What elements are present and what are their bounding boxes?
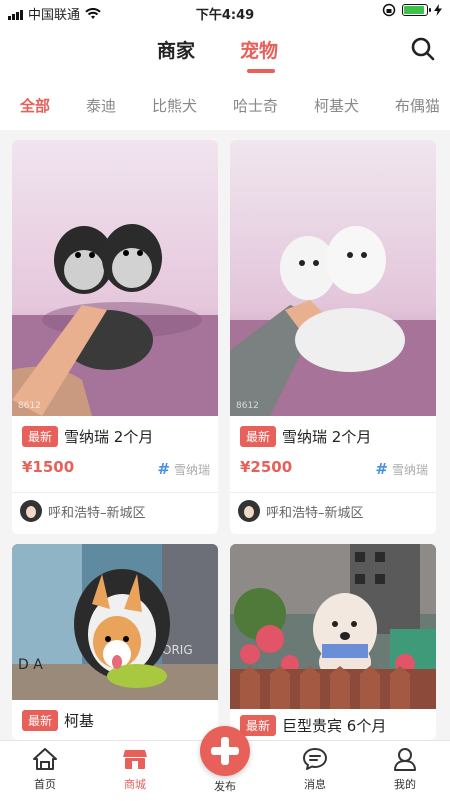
tab-pets[interactable]: 宠物 <box>240 36 278 63</box>
tab-merchant[interactable]: 商家 <box>157 36 195 63</box>
avatar <box>20 500 42 522</box>
tab-active-indicator <box>247 69 275 73</box>
tab-mine[interactable]: 我的 <box>375 747 435 792</box>
user-icon <box>394 748 416 771</box>
seller-info: 呼和浩特–新城区 <box>20 500 146 522</box>
pet-info: 最新 雪纳瑞 2个月 ¥2500 # 雪纳瑞 呼和浩特–新城区 <box>230 416 436 534</box>
rotation-lock-icon <box>382 3 396 17</box>
tab-mall[interactable]: 商城 <box>105 747 165 792</box>
charging-icon <box>434 4 442 16</box>
pet-photo: 8612 <box>230 140 436 416</box>
battery-level <box>404 6 424 14</box>
title-row: 最新 巨型贵宾 6个月 <box>240 715 386 736</box>
category-husky[interactable]: 哈士奇 <box>233 95 278 116</box>
breed-label: 雪纳瑞 <box>391 462 428 477</box>
new-badge: 最新 <box>22 710 59 731</box>
category-teddy[interactable]: 泰迪 <box>86 95 116 116</box>
plus-icon <box>211 737 239 765</box>
hash-icon: # <box>157 460 170 478</box>
publish-label: 发布 <box>214 780 236 793</box>
divider <box>12 492 218 493</box>
pet-price: ¥2500 <box>240 458 293 476</box>
breed-tag: # 雪纳瑞 <box>375 460 428 478</box>
pet-photo: 8612 <box>12 140 218 416</box>
breed-label: 雪纳瑞 <box>173 462 210 477</box>
pet-card[interactable]: 8612 最新 雪纳瑞 2个月 ¥1500 # 雪纳瑞 呼和浩特–新城区 <box>12 140 218 534</box>
message-icon <box>303 748 327 770</box>
search-icon[interactable] <box>410 36 436 62</box>
svg-text:8612: 8612 <box>18 401 41 411</box>
category-all[interactable]: 全部 <box>20 95 50 116</box>
seller-location: 呼和浩特–新城区 <box>266 505 364 521</box>
svg-text:D A: D A <box>18 657 43 673</box>
avatar <box>238 500 260 522</box>
tab-mine-label: 我的 <box>394 778 416 791</box>
svg-text:ORIG: ORIG <box>162 643 193 657</box>
pet-title: 雪纳瑞 2个月 <box>282 428 372 446</box>
breed-tag: # 雪纳瑞 <box>157 460 210 478</box>
pet-title: 柯基 <box>64 712 95 730</box>
pet-title: 雪纳瑞 2个月 <box>64 428 154 446</box>
tab-mall-label: 商城 <box>124 778 146 791</box>
status-right <box>382 3 442 17</box>
divider <box>230 492 436 493</box>
tab-messages[interactable]: 消息 <box>285 747 345 792</box>
tab-messages-label: 消息 <box>304 778 326 791</box>
category-corgi[interactable]: 柯基犬 <box>314 95 359 116</box>
hash-icon: # <box>375 460 388 478</box>
svg-text:8612: 8612 <box>236 401 259 411</box>
tab-home-label: 首页 <box>34 778 56 791</box>
category-tabs: 全部 泰迪 比熊犬 哈士奇 柯基犬 布偶猫 <box>0 80 450 130</box>
home-icon <box>33 748 57 770</box>
pet-info: 最新 柯基 <box>12 700 218 740</box>
pet-card[interactable]: ORIG D A 最新 柯基 <box>12 544 218 740</box>
shop-icon <box>123 750 147 769</box>
top-nav: 商家 宠物 <box>0 24 450 80</box>
pet-price: ¥1500 <box>22 458 75 476</box>
new-badge: 最新 <box>22 426 59 447</box>
category-ragdoll[interactable]: 布偶猫 <box>395 95 440 116</box>
status-bar: 中国联通 下午4:49 <box>0 0 450 24</box>
new-badge: 最新 <box>240 426 277 447</box>
title-row: 最新 雪纳瑞 2个月 <box>240 426 371 447</box>
pet-info: 最新 雪纳瑞 2个月 ¥1500 # 雪纳瑞 呼和浩特–新城区 <box>12 416 218 534</box>
pet-title: 巨型贵宾 6个月 <box>282 717 387 735</box>
title-row: 最新 雪纳瑞 2个月 <box>22 426 153 447</box>
battery-icon <box>402 4 431 16</box>
category-bichon[interactable]: 比熊犬 <box>152 95 197 116</box>
seller-info: 呼和浩特–新城区 <box>238 500 364 522</box>
pet-card[interactable]: 最新 巨型贵宾 6个月 <box>230 544 436 740</box>
pet-photo <box>230 544 436 709</box>
pet-info: 最新 巨型贵宾 6个月 <box>230 709 436 740</box>
publish-button[interactable] <box>200 726 250 776</box>
tab-home[interactable]: 首页 <box>15 747 75 792</box>
pet-photo: ORIG D A <box>12 544 218 700</box>
seller-location: 呼和浩特–新城区 <box>48 505 146 521</box>
pet-card[interactable]: 8612 最新 雪纳瑞 2个月 ¥2500 # 雪纳瑞 呼和浩特–新城区 <box>230 140 436 534</box>
title-row: 最新 柯基 <box>22 710 94 731</box>
